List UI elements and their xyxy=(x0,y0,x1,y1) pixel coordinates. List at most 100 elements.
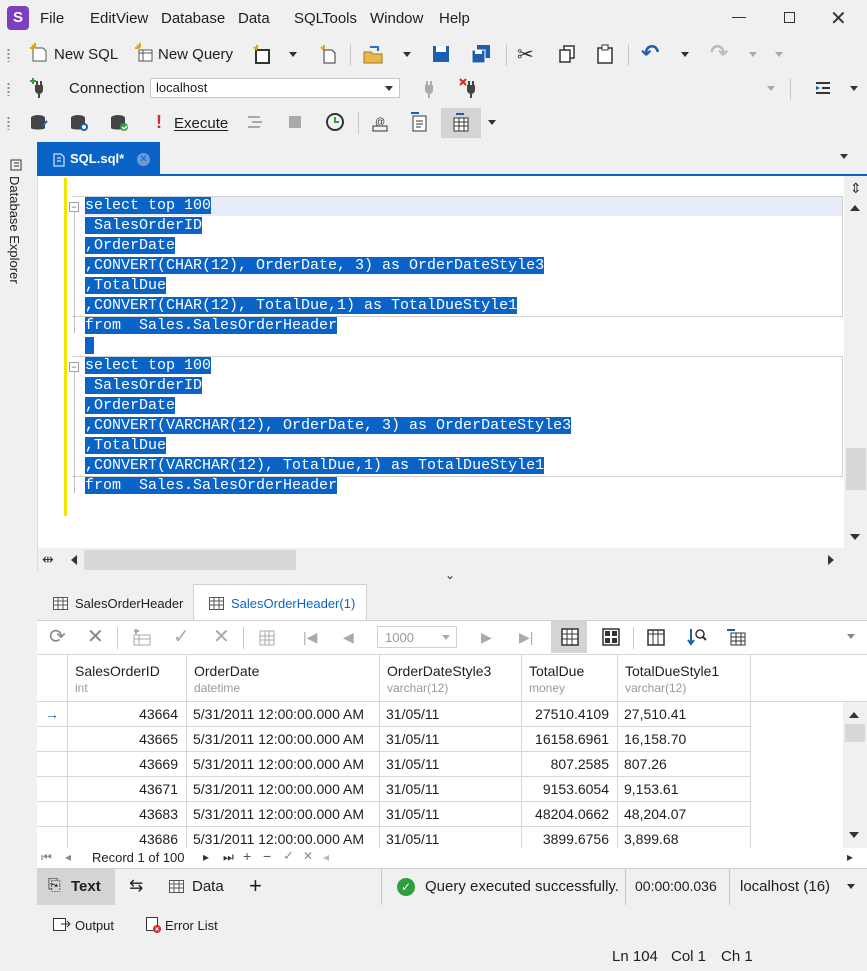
grid-cell[interactable]: 5/31/2011 12:00:00.000 AM xyxy=(187,777,380,802)
scroll-down-icon[interactable] xyxy=(849,832,859,843)
paste-icon[interactable] xyxy=(594,43,616,65)
execute-step-icon[interactable] xyxy=(244,112,266,134)
row-indicator[interactable] xyxy=(37,727,68,752)
minimize-button[interactable] xyxy=(732,17,746,18)
chevron-down-icon[interactable] xyxy=(749,52,757,61)
grid-cell[interactable]: 48204.0662 xyxy=(522,802,618,827)
grid-cell[interactable]: 9,153.61 xyxy=(618,777,751,802)
database-icon[interactable] xyxy=(28,112,50,134)
grid-cell[interactable]: 3899.6756 xyxy=(522,827,618,848)
connect-icon[interactable] xyxy=(418,77,440,99)
grid-cell[interactable]: 31/05/11 xyxy=(380,777,522,802)
cancel-record-icon[interactable]: ✕ xyxy=(303,849,313,863)
insert-row-icon[interactable] xyxy=(131,627,153,649)
open-folder-icon[interactable] xyxy=(362,44,384,66)
maximize-button[interactable] xyxy=(784,12,795,23)
next-page-icon[interactable]: ▶ xyxy=(481,629,492,646)
toolbar-grip[interactable] xyxy=(7,82,10,96)
grid-cell[interactable]: 43665 xyxy=(68,727,187,752)
grid-cell[interactable]: 3,899.68 xyxy=(618,827,751,848)
table-row[interactable]: 43686 5/31/2011 12:00:00.000 AM 31/05/11 38… xyxy=(37,827,751,848)
connection-select[interactable]: localhost xyxy=(150,78,400,98)
query-plan-icon[interactable] xyxy=(408,111,430,133)
menu-item-edit[interactable]: Edit xyxy=(90,10,116,27)
chevron-down-icon[interactable] xyxy=(289,52,297,61)
save-icon[interactable] xyxy=(430,43,452,65)
grid-cell[interactable]: 5/31/2011 12:00:00.000 AM xyxy=(187,802,380,827)
splitter-chevron-icon[interactable]: ⌄ xyxy=(445,568,455,582)
chevron-down-icon[interactable] xyxy=(767,86,775,95)
row-indicator[interactable] xyxy=(37,802,68,827)
copy-icon[interactable] xyxy=(556,43,578,65)
new-file-icon[interactable] xyxy=(318,44,340,66)
tab-result-2[interactable]: SalesOrderHeader(1) xyxy=(193,584,367,621)
undo-icon[interactable]: ↶ xyxy=(641,40,659,66)
refresh-icon[interactable]: ⟳ xyxy=(49,624,66,649)
previous-page-icon[interactable]: ◀ xyxy=(343,629,354,646)
save-all-icon[interactable] xyxy=(470,43,492,65)
table-row[interactable]: → 43664 5/31/2011 12:00:00.000 AM 31/05/11 2… xyxy=(37,702,751,727)
grid-settings-icon[interactable] xyxy=(257,627,279,649)
page-size-select[interactable]: 1000 xyxy=(377,626,457,648)
grid-cell[interactable]: 27510.4109 xyxy=(522,702,618,727)
last-page-icon[interactable]: ▶| xyxy=(519,629,533,646)
scroll-thumb[interactable] xyxy=(846,448,866,490)
column-header-orderdatestyle3[interactable]: OrderDateStyle3 varchar(12) xyxy=(380,655,522,702)
close-button[interactable]: ✕ xyxy=(830,6,847,31)
new-query-button[interactable]: New Query xyxy=(158,46,233,63)
tab-result-1[interactable]: SalesOrderHeader xyxy=(39,586,191,620)
tab-sql-document[interactable]: SQL.sql* ✕ xyxy=(37,142,160,176)
grid-cell[interactable]: 807.2585 xyxy=(522,752,618,777)
chevron-down-icon[interactable] xyxy=(488,120,496,129)
grid-cell[interactable]: 31/05/11 xyxy=(380,702,522,727)
post-record-icon[interactable]: ✓ xyxy=(283,848,294,864)
grid-cell[interactable]: 27,510.41 xyxy=(618,702,751,727)
column-header-totalduestyle1[interactable]: TotalDueStyle1 varchar(12) xyxy=(618,655,751,702)
table-row[interactable]: 43665 5/31/2011 12:00:00.000 AM 31/05/11 16… xyxy=(37,727,751,752)
grid-cell[interactable]: 5/31/2011 12:00:00.000 AM xyxy=(187,702,380,727)
export-grid-icon[interactable] xyxy=(725,626,747,648)
collapse-icon[interactable]: − xyxy=(69,202,79,212)
grid-cell[interactable]: 31/05/11 xyxy=(380,802,522,827)
menu-item-tools[interactable]: Tools xyxy=(322,10,357,27)
chevron-down-icon[interactable] xyxy=(847,884,855,893)
toolbar-grip[interactable] xyxy=(7,48,10,62)
menu-item-window[interactable]: Window xyxy=(370,10,423,27)
grid-cell[interactable]: 48,204.07 xyxy=(618,802,751,827)
tab-list-dropdown-icon[interactable] xyxy=(840,154,848,163)
execute-button[interactable]: Execute xyxy=(174,115,228,132)
split-icon[interactable]: ⇕ xyxy=(850,180,862,197)
sort-search-icon[interactable] xyxy=(685,626,707,648)
scroll-thumb[interactable] xyxy=(845,724,865,742)
column-header-totaldue[interactable]: TotalDue money xyxy=(522,655,618,702)
grid-cell[interactable]: 43683 xyxy=(68,802,187,827)
row-indicator[interactable] xyxy=(37,777,68,802)
column-header-orderdate[interactable]: OrderDate datetime xyxy=(187,655,380,702)
previous-record-icon[interactable]: ◂ xyxy=(65,850,71,864)
grid-cell[interactable]: 43669 xyxy=(68,752,187,777)
grid-vertical-scrollbar[interactable] xyxy=(843,702,867,848)
first-record-icon[interactable]: ⏮ xyxy=(41,850,52,865)
parameters-icon[interactable]: @ xyxy=(369,112,391,134)
cancel-icon[interactable]: ✕ xyxy=(87,624,104,649)
results-grid[interactable]: SalesOrderID int OrderDate datetime OrderDat… xyxy=(37,654,867,848)
grid-cell[interactable]: 31/05/11 xyxy=(380,727,522,752)
new-document-icon[interactable] xyxy=(252,44,274,66)
close-tab-icon[interactable]: ✕ xyxy=(137,153,150,166)
redo-icon[interactable]: ↷ xyxy=(710,40,728,66)
database-explorer-panel[interactable]: Database Explorer xyxy=(0,140,30,920)
add-record-icon[interactable]: + xyxy=(243,848,251,864)
grid-cell[interactable]: 5/31/2011 12:00:00.000 AM xyxy=(187,827,380,848)
database-check-icon[interactable] xyxy=(108,112,130,134)
scroll-thumb[interactable] xyxy=(84,550,296,570)
sql-editor[interactable]: − − select top 100 SalesOrderID ,OrderDat… xyxy=(37,176,867,572)
code-area[interactable]: select top 100 SalesOrderID ,OrderDate ,CO… xyxy=(85,196,572,496)
scroll-left-icon[interactable] xyxy=(66,555,77,565)
grid-cell[interactable]: 16158.6961 xyxy=(522,727,618,752)
grid-cell[interactable]: 31/05/11 xyxy=(380,752,522,777)
grid-cell[interactable]: 807.26 xyxy=(618,752,751,777)
history-icon[interactable] xyxy=(324,111,346,133)
database-query-icon[interactable] xyxy=(68,112,90,134)
discard-icon[interactable]: ✕ xyxy=(213,624,230,649)
disconnect-icon[interactable] xyxy=(458,77,480,99)
